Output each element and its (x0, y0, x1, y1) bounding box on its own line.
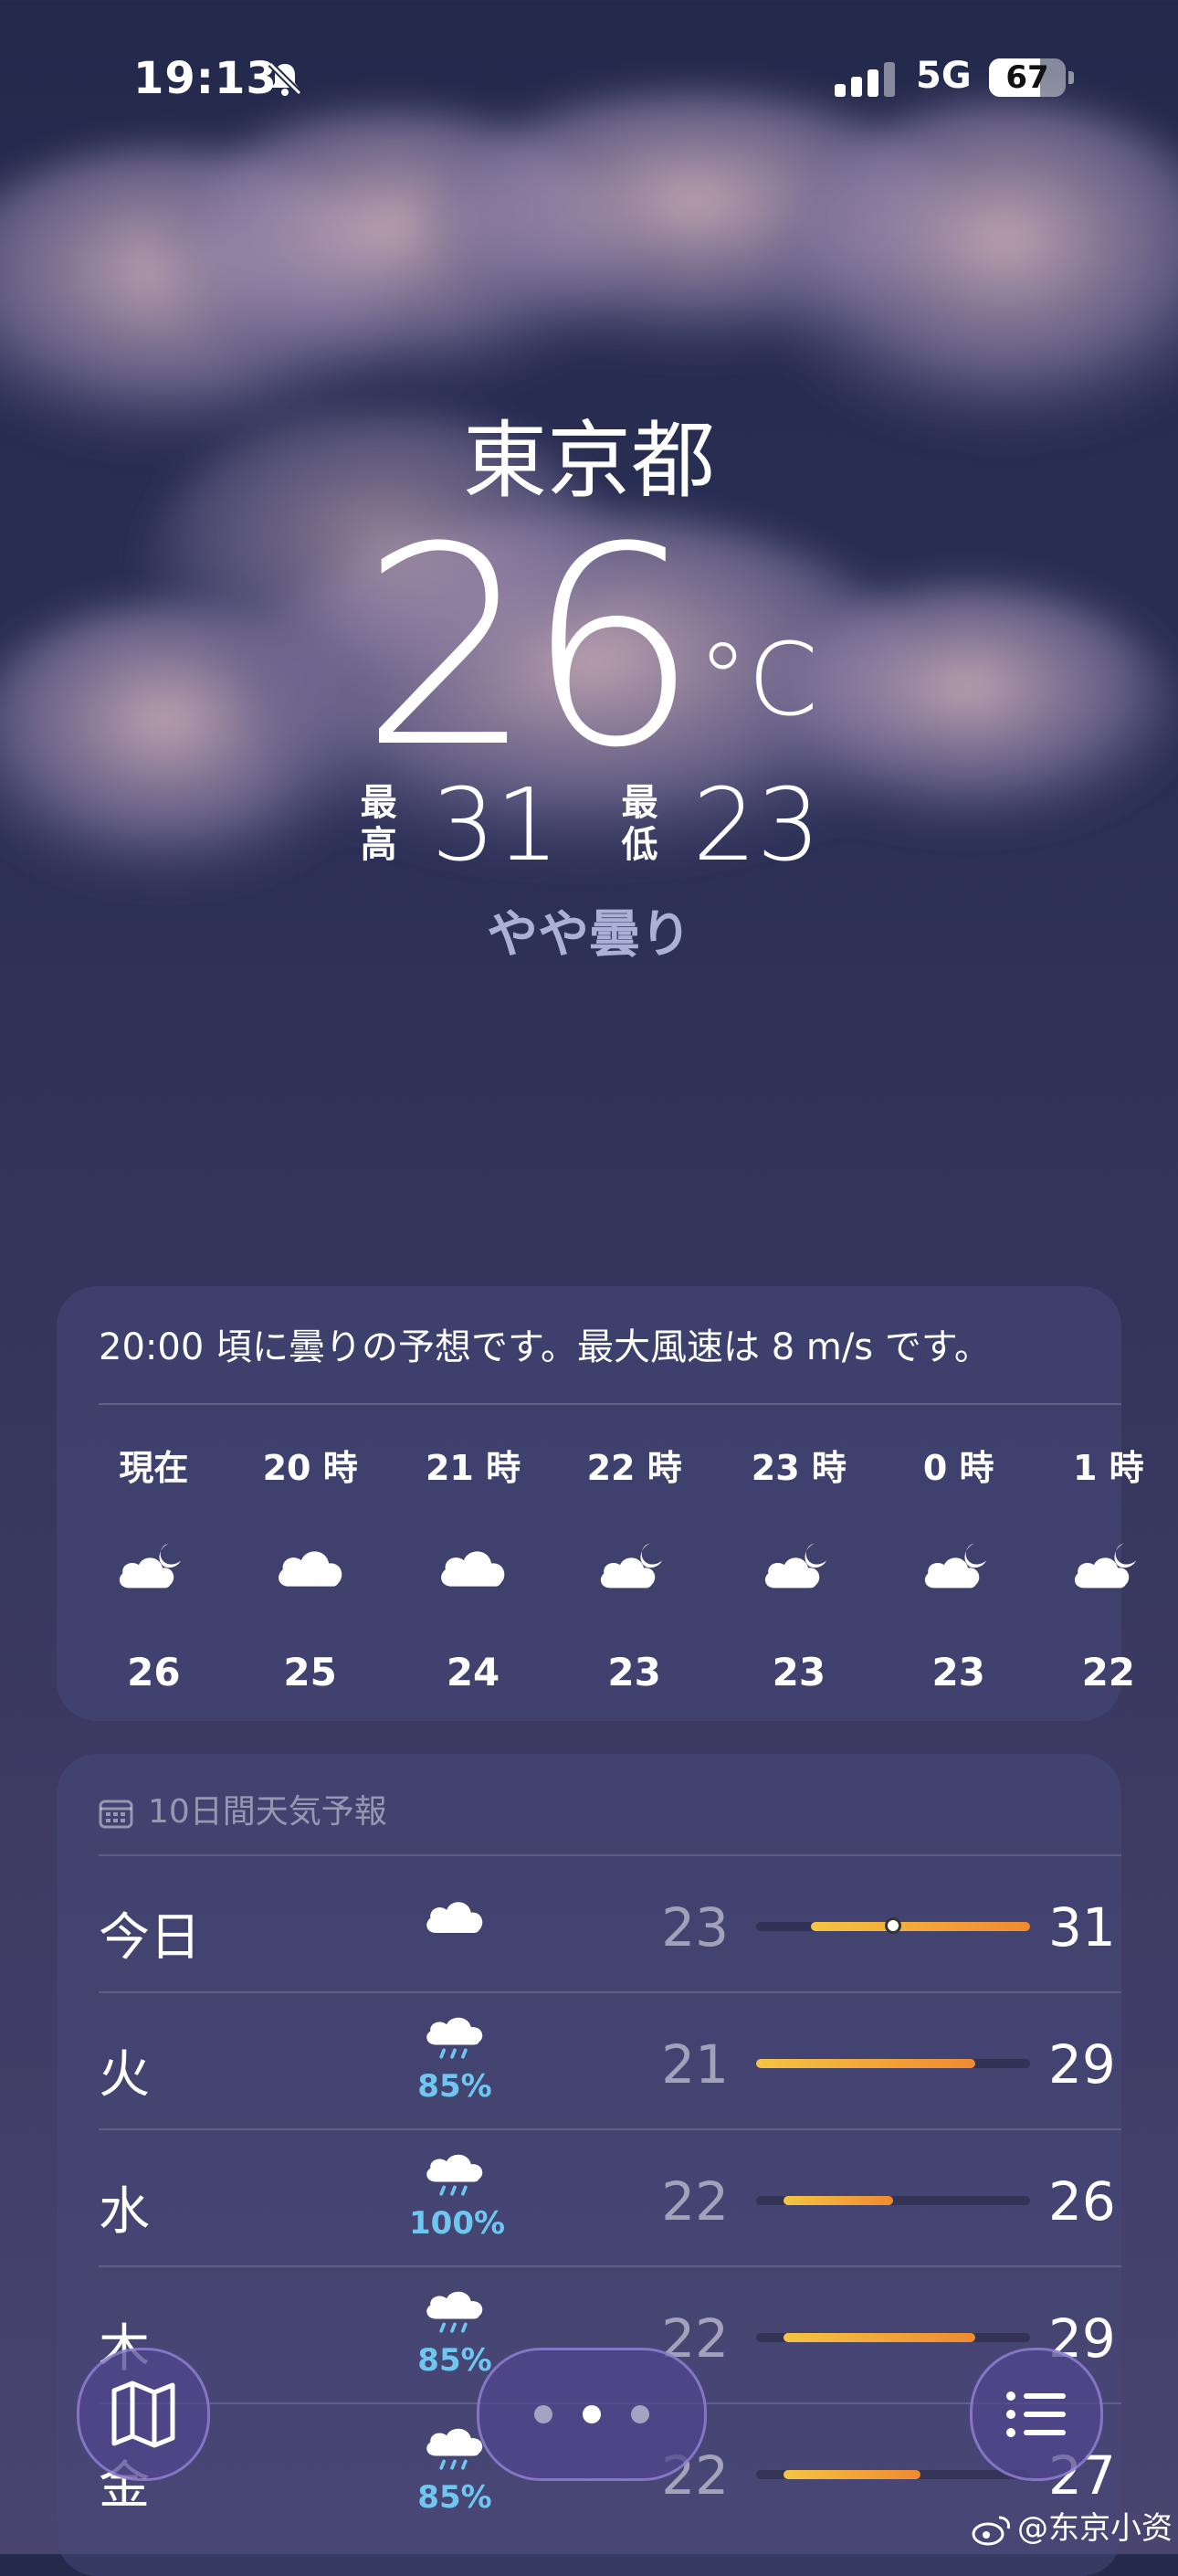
day-label: 火 (99, 2045, 150, 2105)
hour-temp: 26 (127, 1650, 181, 1694)
battery-nub (1068, 71, 1074, 84)
calendar-icon (99, 1800, 133, 1829)
high-label: 最高 (360, 782, 397, 866)
temp-value: 26 (360, 489, 699, 808)
high-temp: 31 (1048, 1896, 1116, 1958)
daily-forecast-header: 10日間天気予報 (99, 1785, 387, 1832)
high-temp: 26 (1048, 2170, 1116, 2233)
hour-temp: 23 (772, 1650, 826, 1694)
page-indicator[interactable] (477, 2348, 707, 2481)
cloud-moon-icon (596, 1538, 673, 1593)
page-dot[interactable] (534, 2405, 552, 2423)
watermark: @东京小资 (972, 2503, 1173, 2548)
temp-range-bar (756, 2059, 1030, 2068)
condition-text: やや曇り (487, 905, 691, 965)
cloud-moon-icon (920, 1538, 997, 1593)
hourly-item: 0 時 23 (904, 1440, 1014, 1694)
hourly-item: 現在 26 (99, 1440, 208, 1694)
watermark-text: @东京小资 (1017, 2510, 1173, 2547)
temp-range-bar (756, 1917, 1030, 1934)
hour-label: 0 時 (922, 1448, 994, 1488)
cloud-moon-icon (761, 1538, 837, 1593)
cloud-icon (272, 1538, 349, 1593)
page-dot[interactable] (631, 2405, 649, 2423)
low-temp: 23 (661, 1896, 729, 1958)
status-time: 19:13 (133, 53, 278, 104)
temp-unit: °C (697, 621, 818, 738)
precip-probability: 85% (417, 2342, 492, 2379)
hour-temp: 24 (446, 1650, 500, 1694)
hourly-item: 21 時 24 (418, 1440, 528, 1694)
list-icon (1006, 2391, 1066, 2437)
battery-icon: 67 (989, 58, 1066, 97)
divider (99, 1403, 1121, 1405)
cloud-moon-icon (1070, 1538, 1147, 1593)
location-list-button[interactable] (970, 2348, 1103, 2481)
cloud-rain-icon (421, 2287, 489, 2342)
page-dot-active[interactable] (583, 2405, 601, 2423)
hour-label: 22 時 (586, 1448, 682, 1488)
day-label: 今日 (99, 1908, 201, 1968)
daily-header-label: 10日間天気予報 (148, 1793, 387, 1831)
silent-bell-icon (268, 61, 302, 96)
hour-label: 1 時 (1072, 1448, 1144, 1488)
high-temp: 29 (1048, 2033, 1116, 2096)
temp-range-fill (784, 2470, 920, 2479)
forecast-summary: 20:00 頃に曇りの予想です。最大風速は 8 m/s です。 (99, 1326, 991, 1368)
map-icon (111, 2381, 175, 2448)
status-bar: 19:13 5G 67 (0, 53, 1178, 108)
temp-range-fill (756, 2059, 975, 2068)
temp-range-bar (756, 2333, 1030, 2342)
day-label: 水 (99, 2182, 150, 2242)
precip-probability: 85% (417, 2479, 492, 2516)
cloud-rain-icon (421, 2150, 489, 2205)
daily-row[interactable]: 今日 23 31 (99, 1854, 1121, 1993)
temp-range-fill (811, 1922, 1030, 1931)
hour-temp: 23 (931, 1650, 985, 1694)
cloud-icon (421, 1891, 489, 1938)
low-temp: 21 (661, 2033, 729, 2096)
hour-temp: 23 (607, 1650, 661, 1694)
low-value: 23 (692, 766, 821, 883)
map-button[interactable] (77, 2348, 210, 2481)
hour-label: 21 時 (425, 1448, 521, 1488)
hour-temp: 25 (283, 1650, 337, 1694)
temp-range-fill (784, 2196, 893, 2205)
hourly-item: 22 時 23 (580, 1440, 689, 1694)
hour-temp: 22 (1081, 1650, 1136, 1694)
weibo-logo-icon (972, 2516, 1010, 2545)
precip-probability: 100% (409, 2205, 506, 2242)
temp-range-fill (784, 2333, 975, 2342)
temp-range-bar (756, 2196, 1030, 2205)
precip-probability: 85% (417, 2068, 492, 2105)
current-temperature: 26°C (0, 512, 1178, 786)
network-type: 5G (916, 55, 972, 97)
hour-label: 20 時 (262, 1448, 358, 1488)
hourly-item: 23 時 23 (744, 1440, 854, 1694)
daily-row[interactable]: 火 85% 21 29 (99, 1991, 1121, 2130)
low-label: 最低 (621, 782, 658, 866)
low-temp: 22 (661, 2170, 729, 2233)
hourly-item: 20 時 25 (256, 1440, 365, 1694)
cloud-moon-icon (115, 1538, 192, 1593)
battery-percent: 67 (1005, 59, 1049, 96)
hourly-forecast-card[interactable]: 20:00 頃に曇りの予想です。最大風速は 8 m/s です。 現在 26 20 時… (57, 1286, 1144, 1721)
hour-label: 現在 (119, 1448, 189, 1488)
daily-row[interactable]: 水 100% 22 26 (99, 2128, 1121, 2267)
cloud-icon (435, 1538, 511, 1593)
hour-label: 23 時 (751, 1448, 847, 1488)
cloud-rain-icon (421, 2013, 489, 2068)
high-value: 31 (431, 766, 560, 883)
hourly-item: 1 時 22 (1054, 1440, 1163, 1694)
cellular-signal-icon (835, 62, 895, 97)
current-temp-marker (885, 1917, 901, 1934)
high-low: 最高 31 最低 23 (0, 775, 1178, 875)
